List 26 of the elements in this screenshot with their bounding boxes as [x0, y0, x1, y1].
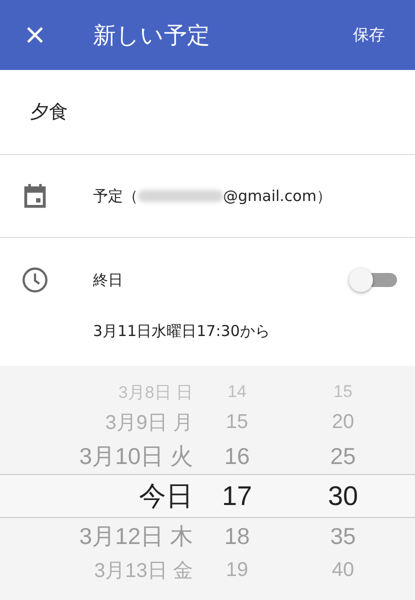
all-day-label: 終日 — [93, 270, 124, 290]
picker-minute[interactable]: 30 — [273, 480, 398, 512]
calendar-label: 予定（ — [93, 186, 138, 206]
picker-date[interactable]: 今日 — [0, 478, 193, 514]
picker-date[interactable]: 3月12日 木 — [0, 520, 193, 552]
calendar-icon — [22, 184, 48, 208]
picker-date[interactable]: 3月9日 月 — [0, 408, 193, 436]
picker-minute[interactable]: 20 — [273, 410, 398, 434]
save-button[interactable]: 保存 — [339, 16, 399, 54]
clock-icon — [22, 267, 48, 293]
close-icon[interactable] — [25, 25, 45, 45]
picker-hour[interactable]: 19 — [193, 558, 273, 582]
picker-hour[interactable]: 15 — [193, 410, 273, 434]
picker-hour[interactable]: 18 — [193, 522, 273, 550]
picker-date[interactable]: 3月13日 金 — [0, 556, 193, 584]
picker-minute[interactable]: 35 — [273, 522, 398, 550]
picker-minute[interactable]: 40 — [273, 558, 398, 582]
start-time-text[interactable]: 3月11日水曜日17:30から — [93, 322, 270, 341]
picker-hour[interactable]: 17 — [193, 480, 273, 512]
screen-title: 新しい予定 — [93, 22, 211, 50]
calendar-email: @gmail.com） — [223, 186, 332, 206]
all-day-toggle[interactable] — [349, 268, 397, 292]
picker-date[interactable]: 3月10日 火 — [0, 440, 193, 472]
picker-hour[interactable]: 16 — [193, 442, 273, 470]
picker-minute[interactable]: 25 — [273, 442, 398, 470]
event-title-field[interactable]: 夕食 — [30, 99, 68, 125]
